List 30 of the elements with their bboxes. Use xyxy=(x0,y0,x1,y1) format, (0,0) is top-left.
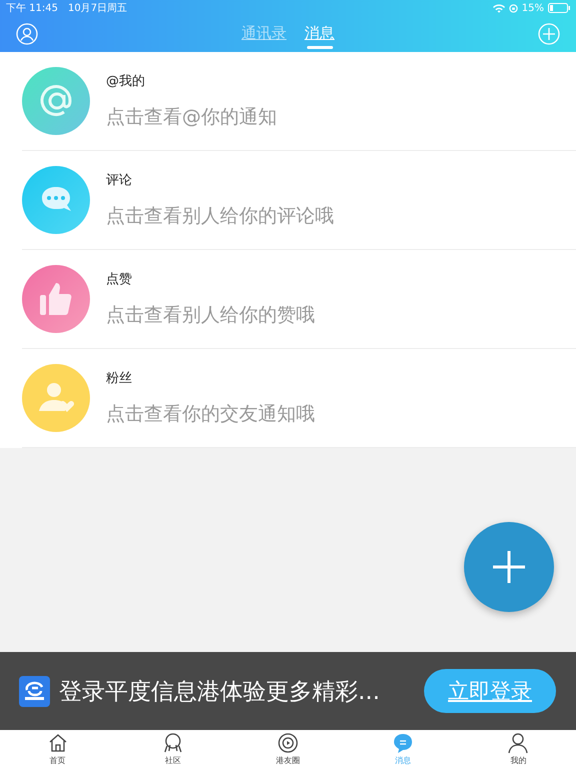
plus-icon xyxy=(492,550,526,584)
login-prompt: 登录平度信息港体验更多精彩... xyxy=(59,678,381,706)
thumbs-up-icon xyxy=(22,265,90,333)
tab-bar-item[interactable]: 港友圈 xyxy=(230,730,346,768)
app-logo-icon xyxy=(19,676,50,706)
tab-bar-item[interactable]: 我的 xyxy=(460,730,576,768)
person-icon xyxy=(507,732,530,754)
message-title: 粉丝 xyxy=(106,370,133,387)
add-icon[interactable] xyxy=(538,23,560,45)
speech-bubble-icon xyxy=(22,166,90,234)
message-subtitle: 点击查看别人给你的评论哦 xyxy=(106,204,334,229)
tab-bar-item[interactable]: 社区 xyxy=(115,730,230,768)
status-date: 10月7日周五 xyxy=(68,2,128,15)
add-fab[interactable] xyxy=(464,522,554,612)
rotation-lock-icon xyxy=(508,4,518,12)
at-sign-icon xyxy=(22,67,90,135)
battery-icon xyxy=(548,3,570,13)
community-icon xyxy=(162,732,184,754)
message-title: @我的 xyxy=(106,73,146,90)
wifi-icon xyxy=(492,4,505,12)
message-subtitle: 点击查看别人给你的赞哦 xyxy=(106,303,315,328)
message-title: 点赞 xyxy=(106,271,133,288)
battery-percent: 15% xyxy=(522,2,544,14)
message-subtitle: 点击查看你的交友通知哦 xyxy=(106,402,315,427)
message-subtitle: 点击查看@你的通知 xyxy=(106,105,277,130)
profile-icon[interactable] xyxy=(16,23,38,45)
status-time: 下午 11:45 xyxy=(6,2,58,15)
circle-play-icon xyxy=(277,732,299,754)
message-title: 评论 xyxy=(106,172,133,189)
tab-bar-item[interactable]: 首页 xyxy=(0,730,116,768)
